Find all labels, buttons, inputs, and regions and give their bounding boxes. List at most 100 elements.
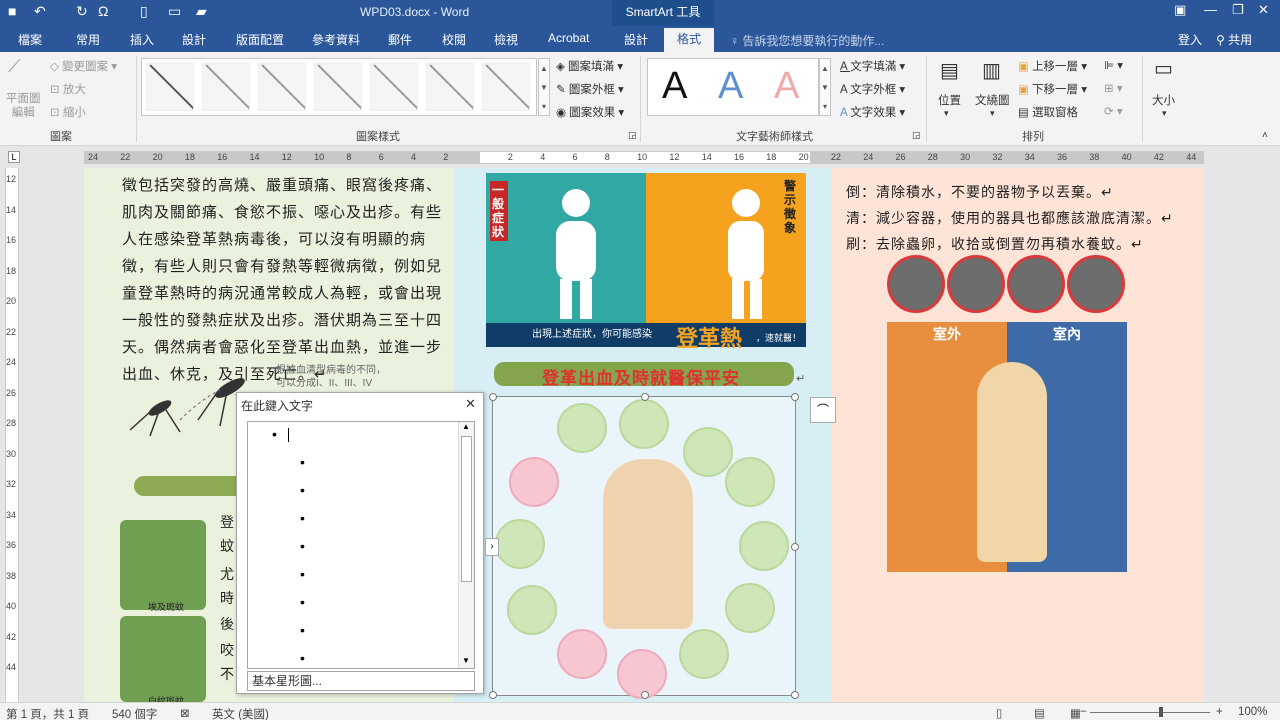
gallery-scroll[interactable]: ▲ ▼ ▾ [538,58,550,116]
text-outline-button[interactable]: A 文字外框 ▾ [840,81,905,97]
wordart-gallery-scroll[interactable]: ▲ ▼ ▾ [819,58,831,116]
smartart-circle[interactable] [683,427,733,477]
shape-style-swatch[interactable] [426,63,474,111]
change-shape-button[interactable]: ◇ 變更圖案 ▾ [50,58,117,74]
page-count[interactable]: 第 1 頁，共 1 頁 [6,706,89,720]
indoor-outdoor-poster[interactable]: 室外 室內 [887,322,1127,572]
scroll-up-icon[interactable]: ▲ [462,422,470,431]
selection-pane-button[interactable]: ▤ 選取窗格 [1018,104,1078,120]
smartart-circle[interactable] [557,403,607,453]
tab-acrobat[interactable]: Acrobat [548,31,589,45]
prevention-line[interactable]: 刷：去除蟲卵，收拾或倒置勿再積水養蚊。↵ [846,234,1144,254]
larger-button[interactable]: ⊡ 放大 [50,81,86,97]
smartart-graphic[interactable] [489,393,799,699]
minimize-button[interactable]: — [1204,2,1217,17]
horizontal-ruler[interactable]: L 24 22 20 18 16 14 12 10 8 6 4 2 2 4 6 8 10 12 14 16 18 20 22… [0,146,1280,168]
resize-handle[interactable] [489,691,497,699]
shape-style-swatch[interactable] [370,63,418,111]
tell-me-search[interactable]: ♀ 告訴我您想要執行的動作... [730,32,884,49]
smartart-circle[interactable] [619,399,669,449]
wordart-style-black[interactable]: A [662,65,687,108]
tab-review[interactable]: 校閱 [442,31,466,48]
tab-insert[interactable]: 插入 [130,31,154,48]
print-layout-icon[interactable]: ▤ [1034,706,1045,720]
no-container-icons[interactable] [887,255,1127,313]
text-effects-button[interactable]: A 文字效果 ▾ [840,104,905,120]
layout-options-button[interactable]: ⌒ [810,397,836,423]
tab-view[interactable]: 檢視 [494,31,518,48]
more-icon[interactable]: ▾ [820,97,830,116]
undo-icon[interactable]: ↶ [34,3,46,20]
shape-style-swatch[interactable] [202,63,250,111]
tab-smartart-design[interactable]: 設計 [624,31,648,48]
resize-handle[interactable] [791,393,799,401]
smartart-circle[interactable] [495,519,545,569]
tab-file[interactable]: 檔案 [18,31,42,48]
scroll-up-icon[interactable]: ▲ [820,59,830,78]
resize-handle[interactable] [791,691,799,699]
scroll-down-icon[interactable]: ▼ [462,656,470,665]
smaller-button[interactable]: ⊡ 縮小 [50,104,86,120]
new-doc-icon[interactable]: ▯ [140,3,148,20]
resize-handle[interactable] [791,543,799,551]
tab-references[interactable]: 參考資料 [312,31,360,48]
position-button[interactable]: 位置 [938,92,961,108]
bullet-item[interactable]: • [300,510,305,526]
rotate-button[interactable]: ⟳ ▾ [1104,104,1123,118]
resize-handle[interactable] [641,691,649,699]
smartart-circle[interactable] [509,457,559,507]
text-pane-scrollbar[interactable]: ▲ ▼ [458,422,474,668]
bullet-item[interactable]: • [300,538,305,554]
open-icon[interactable]: ▰ [196,3,207,20]
symbol-icon[interactable]: Ω [98,3,108,19]
resize-handle[interactable] [489,393,497,401]
bullet-item[interactable]: • [300,594,305,610]
close-button[interactable]: ✕ [1258,2,1269,18]
dialog-launcher-icon[interactable]: ◲ [912,130,921,141]
shape-style-swatch[interactable] [482,63,530,111]
align-button[interactable]: ⊫ ▾ [1104,58,1123,72]
wordart-style-pink[interactable]: A [774,65,799,108]
prevention-line[interactable]: 倒：清除積水，不要的器物予以丟棄。↵ [846,182,1114,202]
tab-design[interactable]: 設計 [182,31,206,48]
sign-in-link[interactable]: 登入 [1178,31,1202,48]
shape-style-swatch[interactable] [314,63,362,111]
scroll-thumb[interactable] [461,436,472,582]
more-icon[interactable]: ▾ [539,97,549,116]
ribbon-display-icon[interactable]: ▣ [1174,2,1186,18]
tab-selector[interactable]: L [8,151,20,163]
smartart-text-pane[interactable]: 在此鍵入文字 ✕ • • • • • • • • • ▲ ▼ 基本星形圖... [236,392,484,694]
prevention-line[interactable]: 清：減少容器，使用的器具也都應該澈底清潔。↵ [846,208,1174,228]
shape-style-gallery[interactable] [141,58,537,116]
bullet-item[interactable]: • [272,426,277,442]
read-mode-icon[interactable]: ▯ [996,706,1002,720]
resize-handle[interactable] [641,393,649,401]
repeat-icon[interactable]: ↻ [76,3,88,20]
smartart-circle[interactable] [725,457,775,507]
smartart-circle[interactable] [679,629,729,679]
bring-forward-button[interactable]: ▣ 上移一層 ▾ [1018,58,1087,74]
tab-home[interactable]: 常用 [76,31,100,48]
tab-smartart-format[interactable]: 格式 [664,28,714,52]
shape-effects-button[interactable]: ◉ 圖案效果 ▾ [556,104,624,120]
bullet-item[interactable]: • [300,566,305,582]
bullet-item[interactable]: • [300,482,305,498]
tab-layout[interactable]: 版面配置 [236,31,284,48]
tab-mailings[interactable]: 郵件 [388,31,412,48]
symptoms-poster[interactable]: 一般症狀 警示徵象 出現上述症狀，你可能感染 登革熱 ，速就醫！ [486,173,806,351]
language-indicator[interactable]: 英文 (美國) [212,706,269,720]
close-icon[interactable]: ✕ [465,396,476,412]
layout-name-link[interactable]: 基本星形圖... [247,671,475,691]
print-preview-icon[interactable]: ▭ [168,3,181,20]
smartart-circle[interactable] [557,629,607,679]
scroll-up-icon[interactable]: ▲ [539,59,549,78]
shape-style-swatch[interactable] [258,63,306,111]
group-button[interactable]: ⊞ ▾ [1104,81,1123,95]
zoom-slider[interactable] [1090,712,1210,713]
symptom-paragraph[interactable]: 徵包括突發的高燒、嚴重頭痛、眼窩後疼痛、肌肉及關節痛、食慾不振、噁心及出疹。有些… [122,172,448,388]
share-button[interactable]: ⚲ 共用 [1216,31,1252,48]
scroll-down-icon[interactable]: ▼ [539,78,549,97]
vertical-ruler[interactable]: 12 14 16 18 20 22 24 26 28 30 32 34 36 38 40 42 44 [0,168,22,702]
scroll-down-icon[interactable]: ▼ [820,78,830,97]
save-icon[interactable]: ■ [8,3,16,19]
